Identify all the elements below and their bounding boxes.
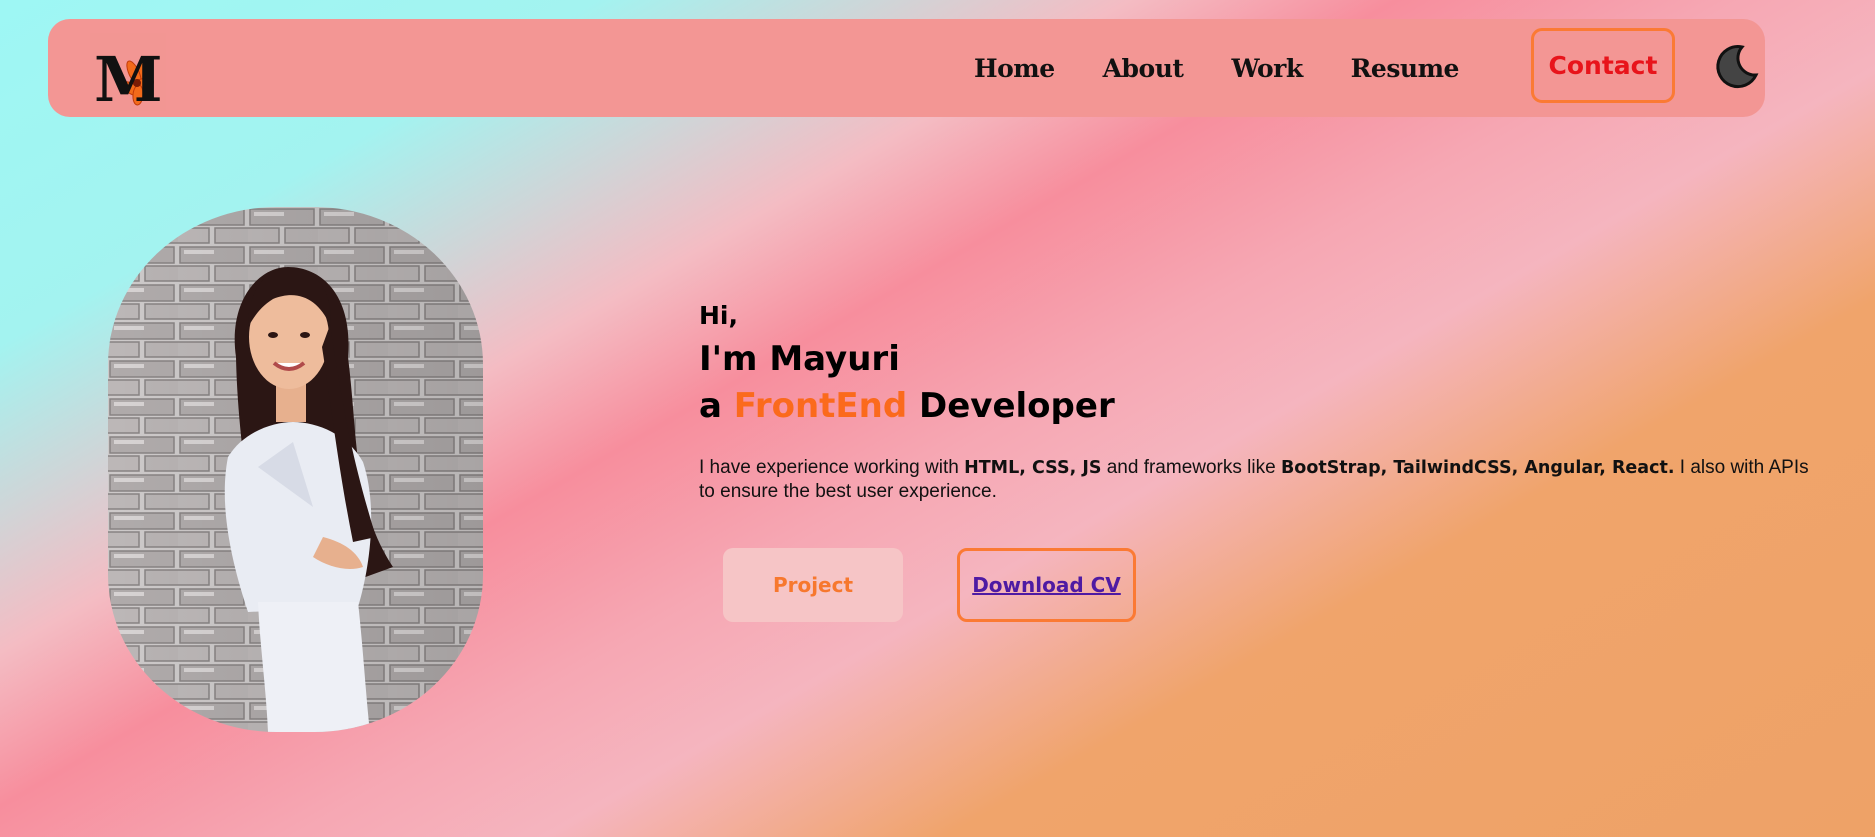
role-heading: a FrontEnd Developer — [699, 383, 1819, 430]
nav-home-link[interactable]: Home — [974, 54, 1055, 83]
name-heading: I'm Mayuri — [699, 339, 900, 379]
role-accent: FrontEnd — [733, 386, 908, 426]
contact-button[interactable]: Contact — [1531, 28, 1675, 103]
logo-mark: M — [90, 33, 166, 116]
greeting-text: Hi, — [699, 301, 738, 330]
intro-text-1: I have experience working with — [699, 457, 965, 478]
nav-about-link[interactable]: About — [1103, 54, 1184, 83]
moon-icon[interactable] — [1712, 43, 1760, 91]
intro-frameworks: BootStrap, TailwindCSS, Angular, React. — [1280, 458, 1675, 478]
intro-paragraph: I have experience working with HTML, CSS… — [699, 456, 1819, 504]
nav-work-link[interactable]: Work — [1231, 54, 1303, 83]
intro-text-2: and frameworks like — [1101, 457, 1281, 478]
role-suffix: Developer — [907, 386, 1115, 426]
project-button[interactable]: Project — [723, 548, 903, 622]
site-logo[interactable]: M — [90, 33, 166, 116]
hero-section: Hi, I'm Mayuri a FrontEnd Developer I ha… — [699, 296, 1819, 504]
svg-text:M: M — [94, 43, 163, 111]
intro-skills: HTML, CSS, JS — [964, 458, 1102, 478]
profile-photo — [108, 207, 483, 732]
role-prefix: a — [699, 386, 734, 426]
navbar: M Home About Work Resume Contact — [48, 19, 1765, 117]
download-cv-button[interactable]: Download CV — [957, 548, 1136, 622]
nav-resume-link[interactable]: Resume — [1351, 54, 1460, 83]
nav-links: Home About Work Resume — [974, 19, 1507, 117]
